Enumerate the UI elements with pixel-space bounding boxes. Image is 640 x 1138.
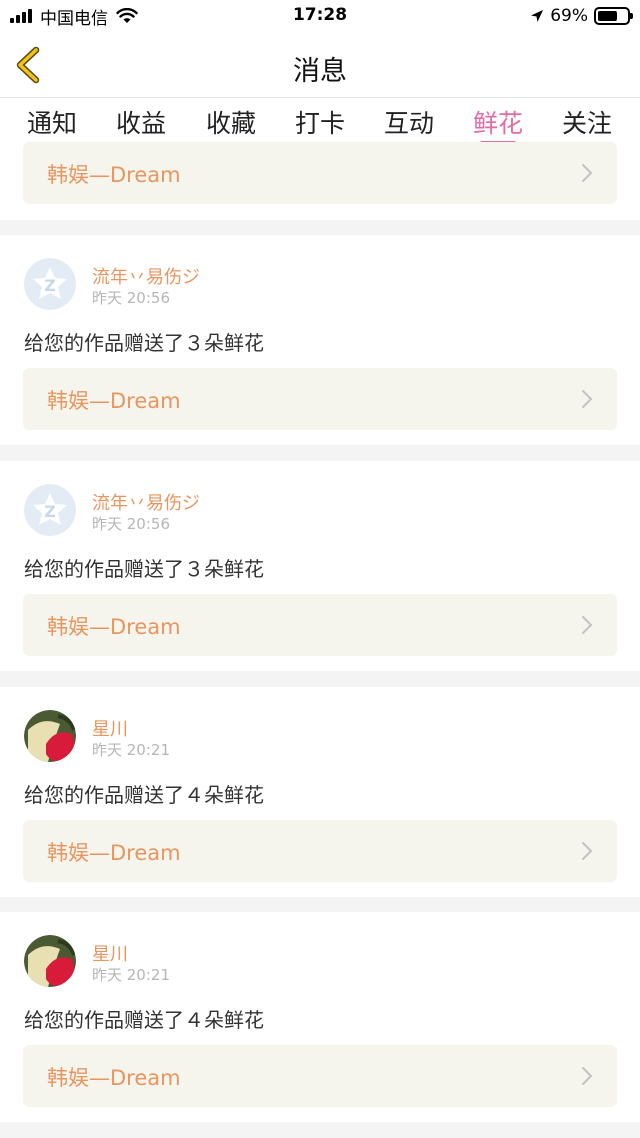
work-link[interactable]: 韩娱—Dream — [23, 594, 617, 656]
tab-follow[interactable]: 关注 — [552, 104, 622, 140]
work-title: 韩娱—Dream — [47, 1066, 181, 1090]
message-card-partial: 韩娱—Dream — [0, 142, 640, 220]
battery-icon — [594, 7, 633, 25]
message-text: 给您的作品赠送了４朵鲜花 — [24, 783, 264, 807]
message-text: 给您的作品赠送了３朵鲜花 — [24, 557, 264, 581]
svg-text:Z: Z — [44, 276, 56, 295]
message-text: 给您的作品赠送了４朵鲜花 — [24, 1008, 264, 1032]
page-title: 消息 — [293, 56, 347, 87]
work-link[interactable]: 韩娱—Dream — [23, 368, 617, 430]
default-avatar-icon[interactable]: Z — [24, 484, 76, 536]
tab-favorites[interactable]: 收藏 — [196, 104, 266, 140]
photo-avatar[interactable] — [24, 935, 76, 987]
message-time: 昨天 20:56 — [92, 515, 170, 533]
chevron-right-icon — [582, 616, 592, 634]
sender-name[interactable]: 流年丷易伤ジ — [92, 263, 200, 289]
message-card: Z 流年丷易伤ジ 昨天 20:56 给您的作品赠送了３朵鲜花 韩娱—Dream — [0, 235, 640, 445]
message-time: 昨天 20:56 — [92, 289, 170, 307]
tab-earnings[interactable]: 收益 — [106, 104, 176, 140]
status-bar: 中国电信 17:28 69% — [0, 0, 640, 32]
chevron-right-icon — [582, 1067, 592, 1085]
tab-flowers[interactable]: 鲜花 — [463, 104, 533, 140]
status-right: 69% — [530, 5, 633, 27]
battery-fill — [598, 11, 618, 21]
work-link[interactable]: 韩娱—Dream — [23, 820, 617, 882]
work-title: 韩娱—Dream — [47, 841, 181, 865]
work-title: 韩娱—Dream — [47, 163, 181, 187]
nav-bar: 消息 — [0, 32, 640, 98]
message-card: Z 流年丷易伤ジ 昨天 20:56 给您的作品赠送了３朵鲜花 韩娱—Dream — [0, 461, 640, 671]
work-link[interactable]: 韩娱—Dream — [23, 1045, 617, 1107]
chevron-right-icon — [582, 390, 592, 408]
message-card: 星川 昨天 20:21 给您的作品赠送了４朵鲜花 韩娱—Dream — [0, 912, 640, 1122]
tab-checkin[interactable]: 打卡 — [285, 104, 355, 140]
sender-name[interactable]: 星川 — [92, 715, 128, 741]
tab-notify[interactable]: 通知 — [17, 104, 87, 140]
location-arrow-icon — [531, 10, 544, 22]
work-title: 韩娱—Dream — [47, 615, 181, 639]
svg-text:Z: Z — [44, 502, 56, 521]
message-text: 给您的作品赠送了３朵鲜花 — [24, 331, 264, 355]
chevron-right-icon — [582, 842, 592, 860]
message-time: 昨天 20:21 — [92, 966, 170, 984]
message-card: 星川 昨天 20:21 给您的作品赠送了４朵鲜花 韩娱—Dream — [0, 687, 640, 897]
sender-name[interactable]: 星川 — [92, 940, 128, 966]
work-link[interactable]: 韩娱—Dream — [23, 142, 617, 204]
tab-interaction[interactable]: 互动 — [374, 104, 444, 140]
work-title: 韩娱—Dream — [47, 389, 181, 413]
photo-avatar[interactable] — [24, 710, 76, 762]
message-time: 昨天 20:21 — [92, 741, 170, 759]
battery-percent: 69% — [550, 6, 588, 26]
default-avatar-icon[interactable]: Z — [24, 258, 76, 310]
chevron-right-icon — [582, 164, 592, 182]
sender-name[interactable]: 流年丷易伤ジ — [92, 489, 200, 515]
